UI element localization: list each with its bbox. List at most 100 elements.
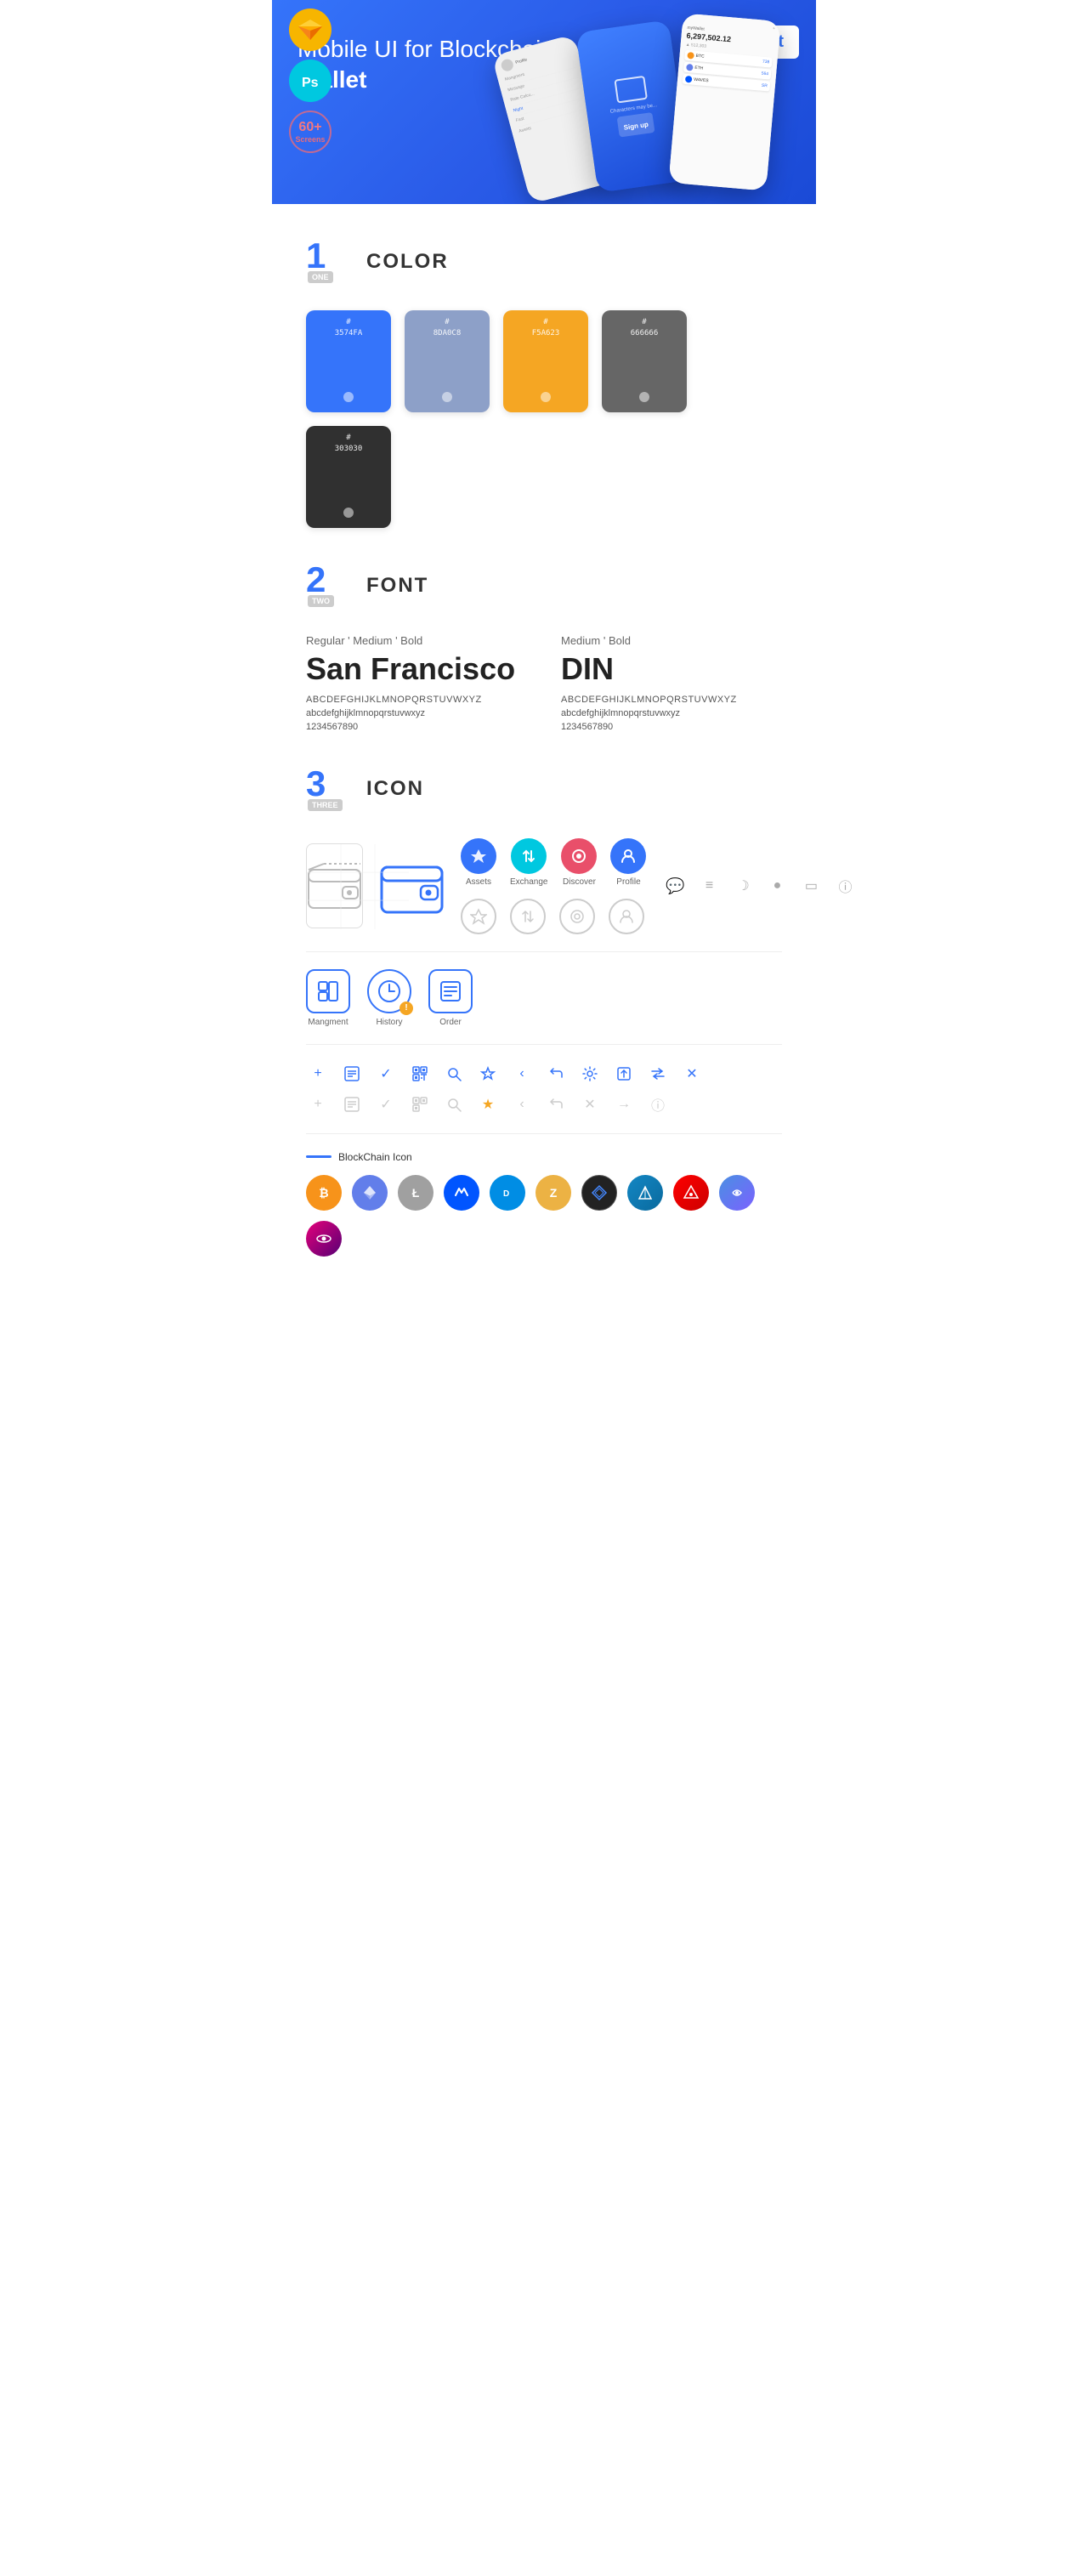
icon-section-header: 3 THREE ICON bbox=[306, 766, 782, 813]
color-num-text: 1 bbox=[306, 238, 326, 274]
ps-badge: Ps bbox=[289, 60, 332, 102]
chevron-left-icon: ‹ bbox=[510, 1062, 534, 1086]
dash-icon: D bbox=[490, 1175, 525, 1211]
exchange-icon-ghost bbox=[510, 899, 546, 934]
assets-icon-item: Assets bbox=[461, 838, 496, 887]
svg-text:Ps: Ps bbox=[302, 76, 319, 90]
order-icon bbox=[428, 969, 473, 1013]
discover-icon bbox=[561, 838, 597, 874]
exchange-ghost-icon bbox=[510, 899, 546, 934]
wallet-icon-wireframe bbox=[306, 843, 363, 928]
grid-icon bbox=[581, 1175, 617, 1211]
order-label: Order bbox=[439, 1018, 462, 1027]
management-label: Mangment bbox=[308, 1018, 348, 1027]
swatch-gray-blue: #8DA0C8 bbox=[405, 310, 490, 412]
small-icons-blue-row: + ✓ ‹ bbox=[306, 1062, 782, 1086]
font-word-text: TWO bbox=[308, 595, 334, 607]
management-icon bbox=[306, 969, 350, 1013]
star-filled-icon: ★ bbox=[476, 1092, 500, 1116]
font-section-title: FONT bbox=[366, 574, 428, 598]
list-icon bbox=[340, 1062, 364, 1086]
eth-icon bbox=[352, 1175, 388, 1211]
profile-icon bbox=[610, 838, 646, 874]
icon-section-content: Assets Exchange Discover bbox=[306, 838, 782, 1257]
color-word-text: ONE bbox=[308, 271, 333, 283]
font-section-content: Regular ' Medium ' Bold San Francisco AB… bbox=[306, 634, 782, 732]
assets-icon-ghost bbox=[461, 899, 496, 934]
check-icon: ✓ bbox=[374, 1062, 398, 1086]
share-icon bbox=[544, 1062, 568, 1086]
qr-gray-icon bbox=[408, 1092, 432, 1116]
layers-icon: ≡ bbox=[697, 874, 721, 898]
color-section-title: COLOR bbox=[366, 250, 449, 274]
screens-count: 60+ bbox=[298, 119, 321, 135]
color-swatches: #3574FA #8DA0C8 #F5A623 #666666 #303030 bbox=[306, 310, 782, 528]
dot-icon bbox=[306, 1221, 342, 1257]
blockchain-label: BlockChain Icon bbox=[306, 1151, 782, 1163]
stratis-icon bbox=[627, 1175, 663, 1211]
history-label: History bbox=[376, 1018, 402, 1027]
swatch-blue: #3574FA bbox=[306, 310, 391, 412]
search-icon bbox=[442, 1062, 466, 1086]
discover-ghost-icon bbox=[559, 899, 595, 934]
history-icon: ! bbox=[367, 969, 411, 1013]
share-gray-icon bbox=[544, 1092, 568, 1116]
settings-icon bbox=[578, 1062, 602, 1086]
moon-icon: ☽ bbox=[731, 874, 755, 898]
btc-icon: ₿ bbox=[306, 1175, 342, 1211]
main-content: 1 ONE COLOR #3574FA #8DA0C8 #F5A623 #666… bbox=[272, 238, 816, 1257]
exchange-label: Exchange bbox=[510, 877, 547, 887]
font-block-sf: Regular ' Medium ' Bold San Francisco AB… bbox=[306, 634, 527, 732]
phone-mockups: Profile Mangment Message Rate Calcu... N… bbox=[510, 17, 816, 204]
icon-section-num: 3 THREE bbox=[306, 766, 353, 813]
font-block-din: Medium ' Bold DIN ABCDEFGHIJKLMNOPQRSTUV… bbox=[561, 634, 782, 732]
screens-label: Screens bbox=[295, 135, 325, 145]
wallet-icon-row: Assets Exchange Discover bbox=[306, 838, 782, 934]
hero-section: Mobile UI for Blockchain Wallet UI Kit P… bbox=[272, 0, 816, 204]
ark-icon bbox=[673, 1175, 709, 1211]
qr-icon bbox=[408, 1062, 432, 1086]
icon-num-text: 3 bbox=[306, 766, 326, 802]
icon-divider-3 bbox=[306, 1133, 782, 1134]
close-icon: ✕ bbox=[680, 1062, 704, 1086]
assets-label: Assets bbox=[466, 877, 491, 887]
discover-label: Discover bbox=[563, 877, 596, 887]
swatch-dark: #303030 bbox=[306, 426, 391, 528]
check-gray-icon: ✓ bbox=[374, 1092, 398, 1116]
discover-icon-item: Discover bbox=[561, 838, 597, 887]
swatch-orange: #F5A623 bbox=[503, 310, 588, 412]
svg-text:D: D bbox=[503, 1189, 509, 1199]
color-section-num: 1 ONE bbox=[306, 238, 353, 285]
info-icon: ⓘ bbox=[833, 874, 857, 898]
icon-word-text: THREE bbox=[308, 799, 343, 811]
misc-icons-container: 💬 ≡ ☽ ● ▭ ⓘ bbox=[663, 874, 857, 898]
list-gray-icon bbox=[340, 1092, 364, 1116]
misc-icons-row1: 💬 ≡ ☽ ● ▭ ⓘ bbox=[663, 874, 857, 898]
labeled-icons-row1: Assets Exchange Discover bbox=[461, 838, 646, 887]
assets-icon bbox=[461, 838, 496, 874]
management-icon-item: Mangment bbox=[306, 969, 350, 1027]
close-gray-icon: ✕ bbox=[578, 1092, 602, 1116]
discover-icon-ghost bbox=[559, 899, 595, 934]
font-num-text: 2 bbox=[306, 562, 326, 598]
history-icon-item: ! History bbox=[367, 969, 411, 1027]
profile-label: Profile bbox=[616, 877, 640, 887]
zcash-icon: Z bbox=[536, 1175, 571, 1211]
upload-icon bbox=[612, 1062, 636, 1086]
phone-mockup-3: + myWallet 6,297,502.12 ▲ 512,303 BTC 73… bbox=[669, 13, 781, 190]
icon-divider-2 bbox=[306, 1044, 782, 1045]
color-section-header: 1 ONE COLOR bbox=[306, 238, 782, 285]
swatch-mid-gray: #666666 bbox=[602, 310, 687, 412]
font-section-header: 2 TWO FONT bbox=[306, 562, 782, 609]
star-icon bbox=[476, 1062, 500, 1086]
hero-badges: Ps 60+ Screens bbox=[289, 9, 332, 153]
circle-icon: ● bbox=[765, 874, 789, 898]
font-section-num: 2 TWO bbox=[306, 562, 353, 609]
icon-divider-1 bbox=[306, 951, 782, 952]
assets-ghost-icon bbox=[461, 899, 496, 934]
order-icon-item: Order bbox=[428, 969, 473, 1027]
icon-section-title: ICON bbox=[366, 777, 424, 801]
crypto-icons-row: ₿ Ł D Z bbox=[306, 1175, 782, 1257]
profile-ghost-icon bbox=[609, 899, 644, 934]
labeled-icons-container: Assets Exchange Discover bbox=[461, 838, 646, 934]
